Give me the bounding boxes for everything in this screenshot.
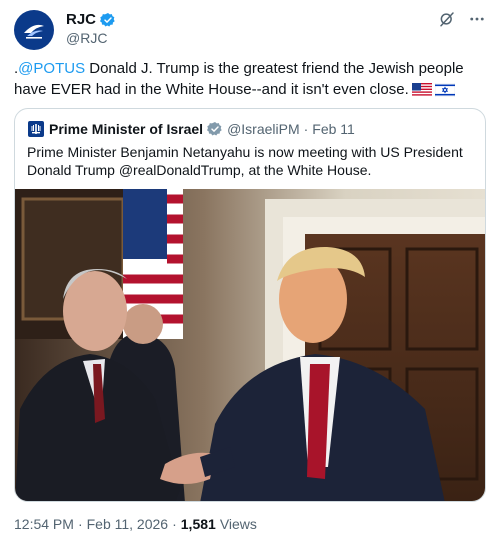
quote-text: Prime Minister Benjamin Netanyahu is now… [27, 144, 463, 178]
more-options-icon[interactable] [468, 10, 486, 28]
avatar[interactable] [14, 10, 54, 50]
israel-flag-icon [434, 83, 455, 97]
israel-emblem-icon [28, 121, 44, 137]
tweet-time[interactable]: 12:54 PM [14, 516, 74, 532]
views-count: 1,581 [180, 516, 216, 532]
tweet-date[interactable]: Feb 11, 2026 [87, 516, 168, 532]
quote-separator: · [303, 121, 309, 137]
verified-badge-icon [100, 12, 115, 26]
meta-separator: · [77, 516, 83, 532]
quoted-tweet[interactable]: Prime Minister of Israel @IsraeliPM · Fe… [14, 108, 486, 502]
meeting-photo[interactable] [15, 189, 486, 502]
author-display-name[interactable]: RJC [66, 11, 96, 28]
mention-link[interactable]: @POTUS [18, 60, 85, 77]
tweet-meta: 12:54 PM · Feb 11, 2026 · 1,581 Views [14, 516, 257, 532]
author-handle[interactable]: @RJC [66, 30, 107, 46]
rjc-logo-icon [24, 24, 44, 39]
tweet-text: .@POTUS Donald J. Trump is the greatest … [14, 58, 488, 100]
meta-separator-2: · [172, 516, 177, 532]
quote-display-name[interactable]: Prime Minister of Israel [49, 121, 203, 137]
quote-date[interactable]: Feb 11 [312, 121, 355, 137]
us-flag-icon [411, 83, 432, 97]
tweet-header: RJC @RJC [14, 10, 486, 50]
quote-handle[interactable]: @IsraeliPM [227, 121, 300, 137]
grok-icon[interactable] [438, 10, 456, 28]
verified-gray-badge-icon [207, 122, 222, 136]
views-label: Views [219, 516, 257, 532]
